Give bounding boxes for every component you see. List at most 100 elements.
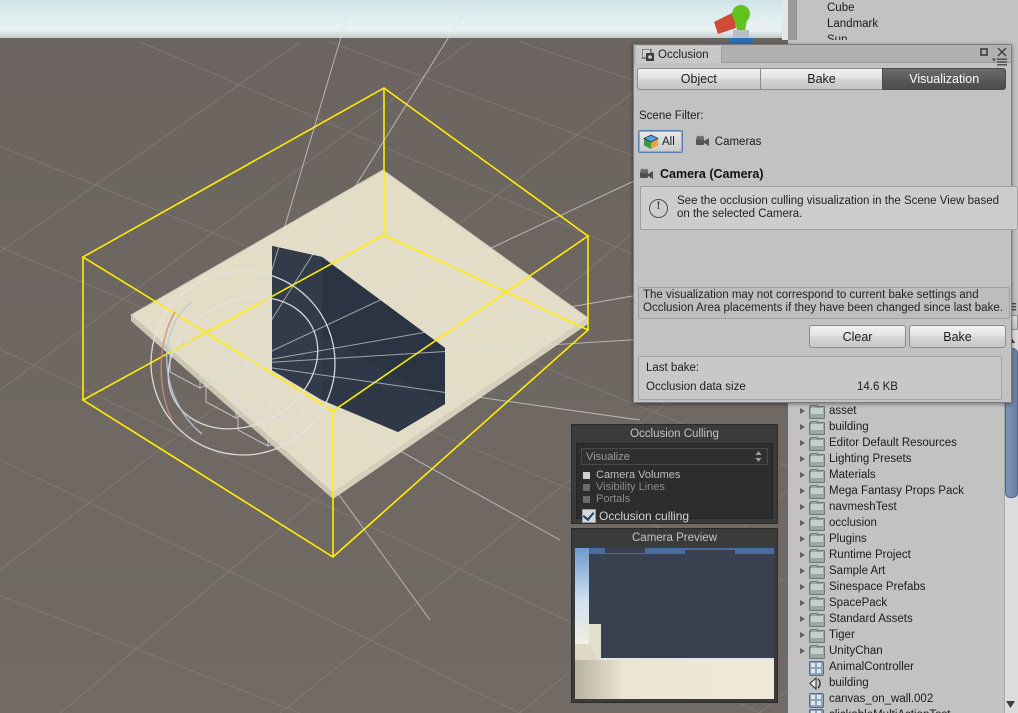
visibility-lines-label: Visibility Lines — [596, 481, 665, 493]
info-icon — [649, 198, 668, 218]
filter-cameras-button[interactable]: Cameras — [691, 131, 769, 152]
project-item-mega-fantasy-props-pack[interactable]: Mega Fantasy Props Pack — [788, 483, 1018, 499]
project-list: asset building Editor Default Resources Lig… — [788, 403, 1018, 713]
chevron-updown-icon — [755, 451, 762, 462]
project-item-animalcontroller[interactable]: AnimalController — [788, 659, 1018, 676]
project-item-label: Mega Fantasy Props Pack — [829, 485, 964, 497]
project-item-plugins[interactable]: Plugins — [788, 531, 1018, 547]
camera-icon — [695, 135, 709, 146]
project-item-sample-art[interactable]: Sample Art — [788, 563, 1018, 579]
project-item-label: clickableMultiActionTest — [828, 707, 950, 713]
project-item-tiger[interactable]: Tiger — [788, 627, 1018, 643]
maximize-icon[interactable] — [978, 46, 990, 58]
project-item-label: Tiger — [829, 629, 855, 641]
visualize-dropdown[interactable]: Visualize — [581, 448, 768, 465]
camera-preview-image — [575, 548, 774, 699]
expand-triangle-icon[interactable] — [798, 451, 809, 467]
project-item-label: building — [829, 677, 869, 689]
expand-triangle-icon[interactable] — [798, 547, 809, 563]
options-menu-icon[interactable] — [992, 58, 1007, 66]
project-item-label: AnimalController — [829, 661, 915, 673]
camera-section-header: Camera (Camera) — [639, 167, 764, 181]
project-item-label: building — [829, 421, 869, 433]
clear-button[interactable]: Clear — [809, 325, 906, 348]
toggle-visibility-lines[interactable]: Visibility Lines — [583, 481, 772, 493]
filter-cameras-label: Cameras — [714, 135, 762, 148]
expand-triangle-icon[interactable] — [798, 627, 809, 643]
project-item-navmeshtest[interactable]: navmeshTest — [788, 499, 1018, 515]
project-item-building[interactable]: building — [788, 419, 1018, 435]
project-item-standard-assets[interactable]: Standard Assets — [788, 611, 1018, 627]
expand-triangle-icon[interactable] — [798, 579, 809, 595]
camera-preview-overlay[interactable]: Camera Preview — [571, 528, 778, 703]
occlusion-action-buttons[interactable]: Clear Bake — [809, 325, 1006, 348]
folder-icon — [809, 612, 825, 627]
tab-object[interactable]: Object — [637, 68, 760, 90]
project-item-editor-default-resources[interactable]: Editor Default Resources — [788, 435, 1018, 451]
project-item-runtime-project[interactable]: Runtime Project — [788, 547, 1018, 563]
scene-filter-buttons[interactable]: All Cameras — [638, 130, 768, 153]
project-item-building[interactable]: building — [788, 675, 1018, 691]
bake-button[interactable]: Bake — [909, 325, 1006, 348]
occlusion-data-size-label: Occlusion data size — [646, 381, 746, 393]
folder-icon — [809, 404, 825, 419]
expand-spacer — [798, 707, 809, 713]
expand-triangle-icon[interactable] — [798, 563, 809, 579]
expand-triangle-icon[interactable] — [798, 483, 809, 499]
info-message-text: See the occlusion culling visualization … — [677, 195, 999, 220]
folder-icon — [809, 484, 825, 499]
hierarchy-panel[interactable]: Cube Landmark Sun — [796, 0, 1018, 40]
close-icon[interactable] — [996, 46, 1008, 58]
expand-triangle-icon[interactable] — [798, 515, 809, 531]
folder-icon — [809, 596, 825, 611]
project-item-spacepack[interactable]: SpacePack — [788, 595, 1018, 611]
camera-volumes-label: Camera Volumes — [596, 469, 681, 481]
scroll-down-arrow[interactable] — [1005, 699, 1016, 710]
expand-triangle-icon[interactable] — [798, 595, 809, 611]
folder-icon — [809, 564, 825, 579]
project-item-unitychan[interactable]: UnityChan — [788, 643, 1018, 659]
occlusion-window-titlebar[interactable]: Occlusion — [634, 45, 1011, 66]
occlusion-culling-checkbox-box[interactable] — [582, 508, 596, 523]
folder-icon — [809, 516, 825, 531]
occlusion-culling-overlay[interactable]: Occlusion Culling Visualize Camera Volum… — [571, 424, 778, 524]
occlusion-window-tabs[interactable]: Object Bake Visualization — [637, 68, 1007, 90]
project-item-materials[interactable]: Materials — [788, 467, 1018, 483]
hierarchy-item-cube[interactable]: Cube — [797, 0, 1018, 16]
project-item-label: Lighting Presets — [829, 453, 912, 465]
project-item-clickablemultiactiontest[interactable]: clickableMultiActionTest — [788, 707, 1018, 713]
occlusion-window-tab[interactable]: Occlusion — [635, 46, 722, 63]
project-item-sinespace-prefabs[interactable]: Sinespace Prefabs — [788, 579, 1018, 595]
tab-visualization[interactable]: Visualization — [882, 68, 1007, 90]
project-item-canvas-on-wall-002[interactable]: canvas_on_wall.002 — [788, 691, 1018, 708]
scene-axis-gizmo[interactable] — [704, 0, 776, 44]
expand-triangle-icon[interactable] — [798, 419, 809, 435]
expand-triangle-icon[interactable] — [798, 435, 809, 451]
toggle-portals[interactable]: Portals — [583, 493, 772, 505]
last-bake-box: Last bake: Occlusion data size 14.6 KB — [638, 356, 1002, 400]
folder-icon — [809, 468, 825, 483]
filter-all-button[interactable]: All — [638, 130, 683, 153]
expand-triangle-icon[interactable] — [798, 643, 809, 659]
project-item-label: Plugins — [829, 533, 867, 545]
folder-icon — [809, 500, 825, 515]
occlusion-window-spacer — [640, 230, 1000, 282]
occlusion-culling-checkbox[interactable]: Occlusion culling — [582, 508, 772, 523]
project-item-label: navmeshTest — [829, 501, 897, 513]
project-item-asset[interactable]: asset — [788, 403, 1018, 419]
project-item-label: Sample Art — [829, 565, 886, 577]
tab-bake[interactable]: Bake — [759, 68, 883, 90]
expand-triangle-icon[interactable] — [798, 611, 809, 627]
hierarchy-item-landmark[interactable]: Landmark — [797, 16, 1018, 32]
project-item-lighting-presets[interactable]: Lighting Presets — [788, 451, 1018, 467]
project-item-occlusion[interactable]: occlusion — [788, 515, 1018, 531]
expand-triangle-icon[interactable] — [798, 467, 809, 483]
project-item-label: occlusion — [829, 517, 877, 529]
toggle-camera-volumes[interactable]: Camera Volumes — [583, 469, 772, 481]
hierarchy-item-sun[interactable]: Sun — [797, 32, 1018, 40]
project-item-label: SpacePack — [829, 597, 888, 609]
portals-swatch — [583, 495, 590, 503]
expand-triangle-icon[interactable] — [798, 531, 809, 547]
expand-triangle-icon[interactable] — [798, 499, 809, 515]
expand-triangle-icon[interactable] — [798, 403, 809, 419]
